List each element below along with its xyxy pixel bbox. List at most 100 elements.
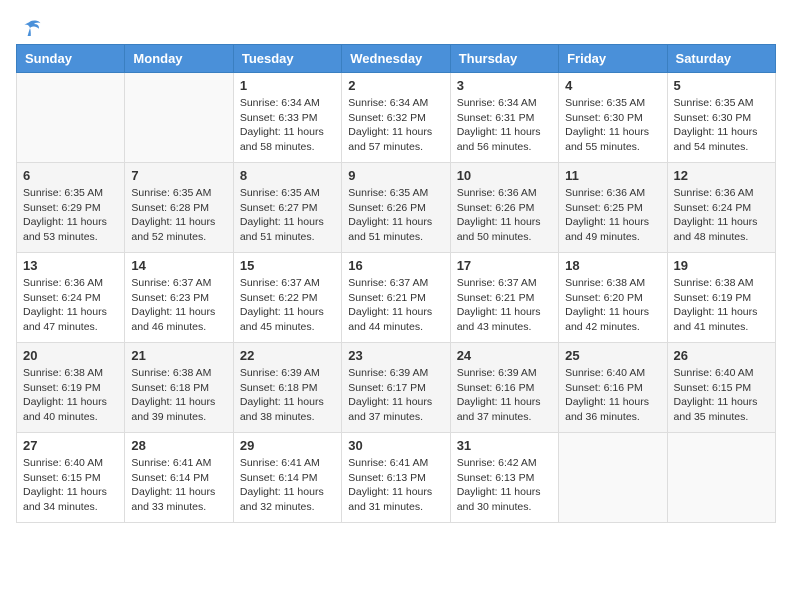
day-info: Sunrise: 6:37 AMSunset: 6:23 PMDaylight:… [131,276,226,335]
calendar-cell: 14 Sunrise: 6:37 AMSunset: 6:23 PMDayligh… [125,253,233,343]
calendar-cell [125,73,233,163]
day-number: 6 [23,168,118,183]
calendar-week-row: 1 Sunrise: 6:34 AMSunset: 6:33 PMDaylight… [17,73,776,163]
calendar-cell: 22Sunrise: 6:39 AMSunset: 6:18 PMDayligh… [233,343,341,433]
calendar-cell: 27 Sunrise: 6:40 AMSunset: 6:15 PMDayligh… [17,433,125,523]
day-number: 2 [348,78,443,93]
day-number: 26 [674,348,769,363]
day-number: 28 [131,438,226,453]
day-number: 24 [457,348,552,363]
calendar-cell: 25Sunrise: 6:40 AMSunset: 6:16 PMDayligh… [559,343,667,433]
day-number: 19 [674,258,769,273]
day-info: Sunrise: 6:34 AMSunset: 6:32 PMDaylight:… [348,96,443,155]
day-info: Sunrise: 6:42 AMSunset: 6:13 PMDaylight:… [457,456,552,515]
day-number: 8 [240,168,335,183]
day-number: 21 [131,348,226,363]
day-info: Sunrise: 6:39 AMSunset: 6:17 PMDaylight:… [348,366,443,425]
day-info: Sunrise: 6:34 AMSunset: 6:33 PMDaylight:… [240,96,335,155]
day-number: 14 [131,258,226,273]
day-info: Sunrise: 6:36 AMSunset: 6:26 PMDaylight:… [457,186,552,245]
day-number: 4 [565,78,660,93]
calendar-cell: 13Sunrise: 6:36 AMSunset: 6:24 PMDayligh… [17,253,125,343]
calendar-cell: 6 Sunrise: 6:35 AMSunset: 6:29 PMDaylight… [17,163,125,253]
calendar-cell [667,433,775,523]
day-number: 18 [565,258,660,273]
day-number: 31 [457,438,552,453]
calendar-cell: 18 Sunrise: 6:38 AMSunset: 6:20 PMDayligh… [559,253,667,343]
calendar-cell: 5 Sunrise: 6:35 AMSunset: 6:30 PMDaylight… [667,73,775,163]
day-number: 30 [348,438,443,453]
day-number: 13 [23,258,118,273]
calendar-cell: 1 Sunrise: 6:34 AMSunset: 6:33 PMDaylight… [233,73,341,163]
calendar-cell [17,73,125,163]
calendar-cell: 11 Sunrise: 6:36 AMSunset: 6:25 PMDayligh… [559,163,667,253]
logo-bird-icon [18,16,42,40]
day-info: Sunrise: 6:41 AMSunset: 6:14 PMDaylight:… [131,456,226,515]
calendar-cell: 7 Sunrise: 6:35 AMSunset: 6:28 PMDaylight… [125,163,233,253]
day-info: Sunrise: 6:35 AMSunset: 6:28 PMDaylight:… [131,186,226,245]
day-info: Sunrise: 6:37 AMSunset: 6:21 PMDaylight:… [348,276,443,335]
day-info: Sunrise: 6:40 AMSunset: 6:15 PMDaylight:… [23,456,118,515]
calendar-cell: 12Sunrise: 6:36 AMSunset: 6:24 PMDayligh… [667,163,775,253]
day-number: 1 [240,78,335,93]
calendar-cell: 28 Sunrise: 6:41 AMSunset: 6:14 PMDayligh… [125,433,233,523]
day-info: Sunrise: 6:39 AMSunset: 6:16 PMDaylight:… [457,366,552,425]
day-info: Sunrise: 6:38 AMSunset: 6:20 PMDaylight:… [565,276,660,335]
column-header-sunday: Sunday [17,45,125,73]
day-number: 5 [674,78,769,93]
day-number: 23 [348,348,443,363]
day-number: 22 [240,348,335,363]
day-info: Sunrise: 6:35 AMSunset: 6:29 PMDaylight:… [23,186,118,245]
calendar-cell [559,433,667,523]
day-number: 17 [457,258,552,273]
calendar-cell: 29 Sunrise: 6:41 AMSunset: 6:14 PMDayligh… [233,433,341,523]
calendar-cell: 31 Sunrise: 6:42 AMSunset: 6:13 PMDayligh… [450,433,558,523]
day-number: 16 [348,258,443,273]
day-number: 25 [565,348,660,363]
calendar-cell: 9Sunrise: 6:35 AMSunset: 6:26 PMDaylight… [342,163,450,253]
day-info: Sunrise: 6:35 AMSunset: 6:30 PMDaylight:… [565,96,660,155]
calendar-week-row: 27 Sunrise: 6:40 AMSunset: 6:15 PMDayligh… [17,433,776,523]
calendar-cell: 10 Sunrise: 6:36 AMSunset: 6:26 PMDayligh… [450,163,558,253]
day-info: Sunrise: 6:34 AMSunset: 6:31 PMDaylight:… [457,96,552,155]
day-number: 10 [457,168,552,183]
column-header-wednesday: Wednesday [342,45,450,73]
calendar-cell: 3 Sunrise: 6:34 AMSunset: 6:31 PMDaylight… [450,73,558,163]
day-info: Sunrise: 6:40 AMSunset: 6:15 PMDaylight:… [674,366,769,425]
page-header [16,16,776,36]
calendar-week-row: 6 Sunrise: 6:35 AMSunset: 6:29 PMDaylight… [17,163,776,253]
day-info: Sunrise: 6:37 AMSunset: 6:22 PMDaylight:… [240,276,335,335]
calendar-cell: 16 Sunrise: 6:37 AMSunset: 6:21 PMDayligh… [342,253,450,343]
column-header-monday: Monday [125,45,233,73]
calendar-cell: 24 Sunrise: 6:39 AMSunset: 6:16 PMDayligh… [450,343,558,433]
day-info: Sunrise: 6:36 AMSunset: 6:25 PMDaylight:… [565,186,660,245]
calendar-cell: 26 Sunrise: 6:40 AMSunset: 6:15 PMDayligh… [667,343,775,433]
day-info: Sunrise: 6:41 AMSunset: 6:13 PMDaylight:… [348,456,443,515]
day-info: Sunrise: 6:41 AMSunset: 6:14 PMDaylight:… [240,456,335,515]
day-info: Sunrise: 6:35 AMSunset: 6:30 PMDaylight:… [674,96,769,155]
day-info: Sunrise: 6:37 AMSunset: 6:21 PMDaylight:… [457,276,552,335]
calendar-cell: 21 Sunrise: 6:38 AMSunset: 6:18 PMDayligh… [125,343,233,433]
calendar-cell: 15 Sunrise: 6:37 AMSunset: 6:22 PMDayligh… [233,253,341,343]
day-number: 7 [131,168,226,183]
calendar-cell: 20 Sunrise: 6:38 AMSunset: 6:19 PMDayligh… [17,343,125,433]
calendar-cell: 4 Sunrise: 6:35 AMSunset: 6:30 PMDaylight… [559,73,667,163]
day-number: 3 [457,78,552,93]
calendar-cell: 23 Sunrise: 6:39 AMSunset: 6:17 PMDayligh… [342,343,450,433]
calendar-week-row: 20 Sunrise: 6:38 AMSunset: 6:19 PMDayligh… [17,343,776,433]
day-info: Sunrise: 6:35 AMSunset: 6:26 PMDaylight:… [348,186,443,245]
column-header-friday: Friday [559,45,667,73]
day-number: 29 [240,438,335,453]
day-info: Sunrise: 6:38 AMSunset: 6:19 PMDaylight:… [23,366,118,425]
calendar-cell: 19 Sunrise: 6:38 AMSunset: 6:19 PMDayligh… [667,253,775,343]
calendar-header-row: SundayMondayTuesdayWednesdayThursdayFrid… [17,45,776,73]
calendar-cell: 2 Sunrise: 6:34 AMSunset: 6:32 PMDaylight… [342,73,450,163]
day-info: Sunrise: 6:38 AMSunset: 6:19 PMDaylight:… [674,276,769,335]
day-number: 15 [240,258,335,273]
day-info: Sunrise: 6:38 AMSunset: 6:18 PMDaylight:… [131,366,226,425]
calendar-cell: 30 Sunrise: 6:41 AMSunset: 6:13 PMDayligh… [342,433,450,523]
day-info: Sunrise: 6:35 AMSunset: 6:27 PMDaylight:… [240,186,335,245]
day-number: 27 [23,438,118,453]
day-number: 11 [565,168,660,183]
day-number: 20 [23,348,118,363]
